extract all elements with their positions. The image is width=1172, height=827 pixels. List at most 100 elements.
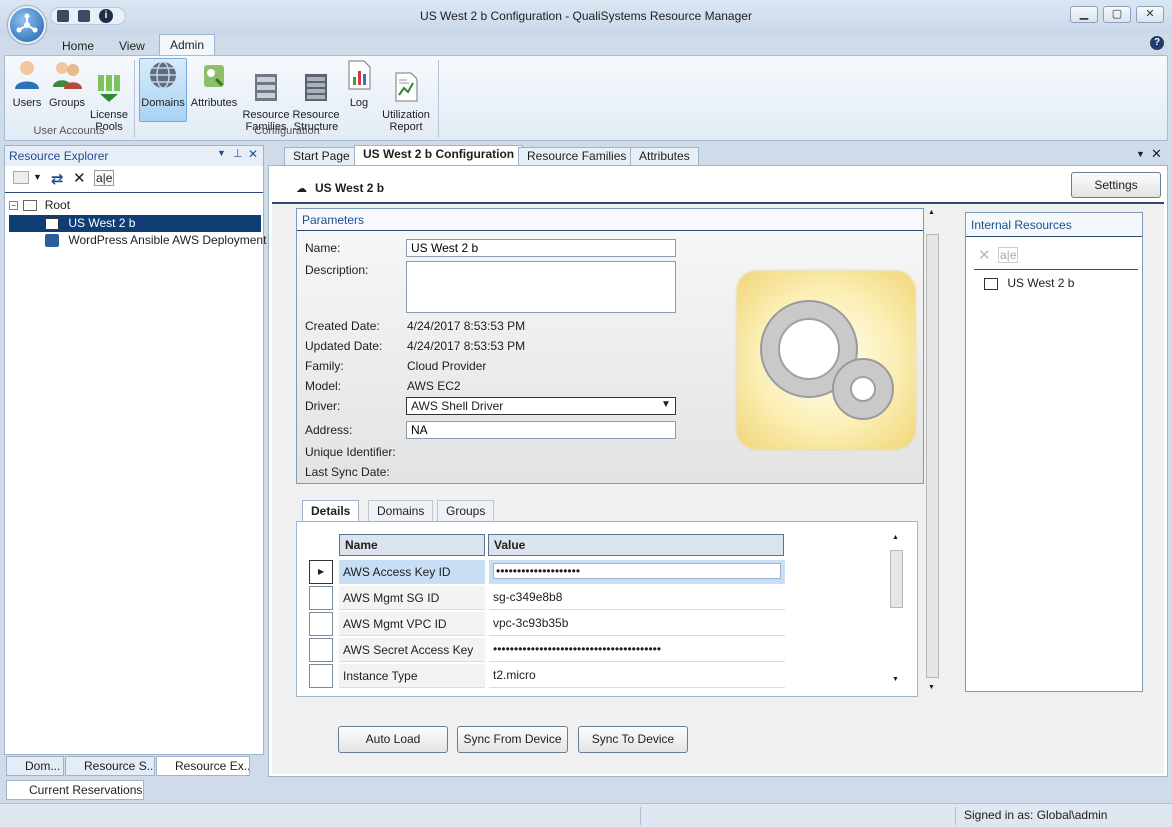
tab-home[interactable]: Home [52,36,104,56]
scroll-up-icon[interactable]: ▲ [892,534,899,541]
column-header-value[interactable]: Value [488,534,784,556]
log-icon [348,60,371,90]
groups-label: Groups [48,97,86,109]
tab-resource-s-panel[interactable]: Resource S... [65,756,155,776]
chevron-down-icon[interactable]: ▼ [33,172,42,182]
cell-name: AWS Access Key ID [339,560,485,584]
grid-scrollbar[interactable]: ▲ ▼ [889,532,904,692]
tab-groups[interactable]: Groups [437,500,495,522]
deployment-icon [45,234,59,248]
tree-item-label: US West 2 b [68,216,136,230]
tab-attributes[interactable]: Attributes [630,147,699,165]
row-selector[interactable]: ▶ [309,560,333,584]
tab-domains-panel[interactable]: Dom... [6,756,64,776]
pin-icon[interactable]: ⊥ [233,147,243,160]
row-selector[interactable] [309,638,333,662]
tab-resource-explorer-panel[interactable]: Resource Ex... [156,756,250,776]
attributes-button[interactable]: Attributes [189,59,239,109]
rename-icon[interactable]: a|e [94,170,115,186]
tab-domains[interactable]: Domains [368,500,434,522]
groups-button[interactable]: Groups [47,59,87,109]
updated-date-value: 4/24/2017 8:53:53 PM [407,339,526,353]
table-row[interactable]: ▶ AWS Access Key ID •••••••••••••••••••• [309,560,885,584]
collapse-icon[interactable]: − [9,201,18,211]
table-row[interactable]: AWS Mgmt VPC ID vpc-3c93b35b [309,612,885,636]
domains-button[interactable]: Domains [140,59,186,109]
scroll-thumb[interactable] [890,550,903,608]
settings-button[interactable]: Settings [1071,172,1161,198]
address-field[interactable] [406,421,676,439]
window-title: US West 2 b Configuration - QualiSystems… [420,9,752,23]
help-icon[interactable]: ? [1150,36,1164,50]
scroll-down-icon[interactable]: ▼ [892,676,899,683]
signed-in-status: Signed in as: Global\admin [964,808,1108,822]
row-selector[interactable] [309,612,333,636]
refresh-icon[interactable]: ⇄ [51,170,64,188]
cell-name: AWS Secret Access Key [339,638,485,662]
close-doc-icon[interactable]: ✕ [1151,146,1162,162]
chevron-down-icon[interactable]: ▼ [661,399,671,410]
remove-icon[interactable]: ✕ [978,246,991,264]
column-header-name[interactable]: Name [339,534,485,556]
tab-details[interactable]: Details [302,500,360,522]
tab-view[interactable]: View [109,36,155,56]
internal-resource-item[interactable]: US West 2 b [984,275,1074,292]
cell-value[interactable]: vpc-3c93b35b [489,612,785,636]
scroll-thumb[interactable] [926,234,939,678]
delete-icon[interactable]: ✕ [73,169,86,187]
row-selector[interactable] [309,664,333,688]
access-key-input[interactable]: •••••••••••••••••••• [493,563,781,579]
table-row[interactable]: AWS Secret Access Key ••••••••••••••••••… [309,638,885,662]
table-row[interactable]: Instance Type t2.micro [309,664,885,688]
resource-icon [984,277,998,290]
resource-explorer-panel: Resource Explorer ▼ ⊥ ✕ ▼ ⇄ ✕ a|e − Root… [4,145,266,755]
tab-start-page[interactable]: Start Page [284,147,359,165]
main-scrollbar[interactable]: ▲ ▼ [925,208,940,696]
auto-load-button[interactable]: Auto Load [338,726,448,753]
log-button[interactable]: Log [344,59,374,109]
row-selector[interactable] [309,586,333,610]
panel-dropdown-icon[interactable]: ▼ [217,148,226,158]
tree-item-root[interactable]: − Root [9,197,70,214]
driver-dropdown[interactable]: AWS Shell Driver ▼ [406,397,676,415]
close-panel-icon[interactable]: ✕ [248,147,258,161]
new-folder-icon[interactable] [13,171,29,184]
cell-value[interactable]: sg-c349e8b8 [489,586,785,610]
sync-from-device-button[interactable]: Sync From Device [457,726,568,753]
folder-icon [23,200,38,212]
groups-icon [53,62,82,89]
tree-item-us-west-2b[interactable]: US West 2 b [9,215,261,232]
current-reservations-tab[interactable]: Current Reservations [6,780,144,800]
maximize-button[interactable]: ▢ [1103,6,1131,23]
close-window-button[interactable]: ✕ [1136,6,1164,23]
table-row[interactable]: AWS Mgmt SG ID sg-c349e8b8 [309,586,885,610]
tab-admin[interactable]: Admin [159,34,216,56]
tab-us-west-configuration[interactable]: US West 2 b Configuration [354,145,524,166]
name-field[interactable] [406,239,676,257]
ribbon-separator [438,60,439,138]
tab-resource-families[interactable]: Resource Families [518,147,636,165]
attributes-label: Attributes [190,97,238,109]
minimize-button[interactable]: ▁ [1070,6,1098,23]
tree-item-wordpress[interactable]: WordPress Ansible AWS Deployment [9,232,266,249]
users-button[interactable]: Users [8,59,46,109]
scroll-up-icon[interactable]: ▲ [928,209,935,216]
name-label: Name: [305,241,341,255]
cell-name: Instance Type [339,664,485,688]
rename-icon[interactable]: a|e [998,247,1019,263]
app-menu-orb-icon[interactable] [8,6,46,44]
resource-explorer-toolbar: ▼ ⇄ ✕ a|e [5,167,263,193]
parameters-title: Parameters [297,209,923,231]
description-field[interactable] [406,261,676,313]
save-all-icon[interactable] [78,10,90,22]
family-value: Cloud Provider [407,359,487,373]
cell-value[interactable]: •••••••••••••••••••••••••••••••••••••••• [489,638,785,662]
info-icon[interactable]: i [99,9,113,23]
cell-value[interactable]: t2.micro [489,664,785,688]
scroll-down-icon[interactable]: ▼ [928,684,935,691]
cell-value[interactable]: •••••••••••••••••••• [489,560,785,584]
doc-dropdown-icon[interactable]: ▼ [1136,149,1145,159]
address-label: Address: [305,423,353,437]
sync-to-device-button[interactable]: Sync To Device [578,726,688,753]
save-icon[interactable] [57,10,69,22]
